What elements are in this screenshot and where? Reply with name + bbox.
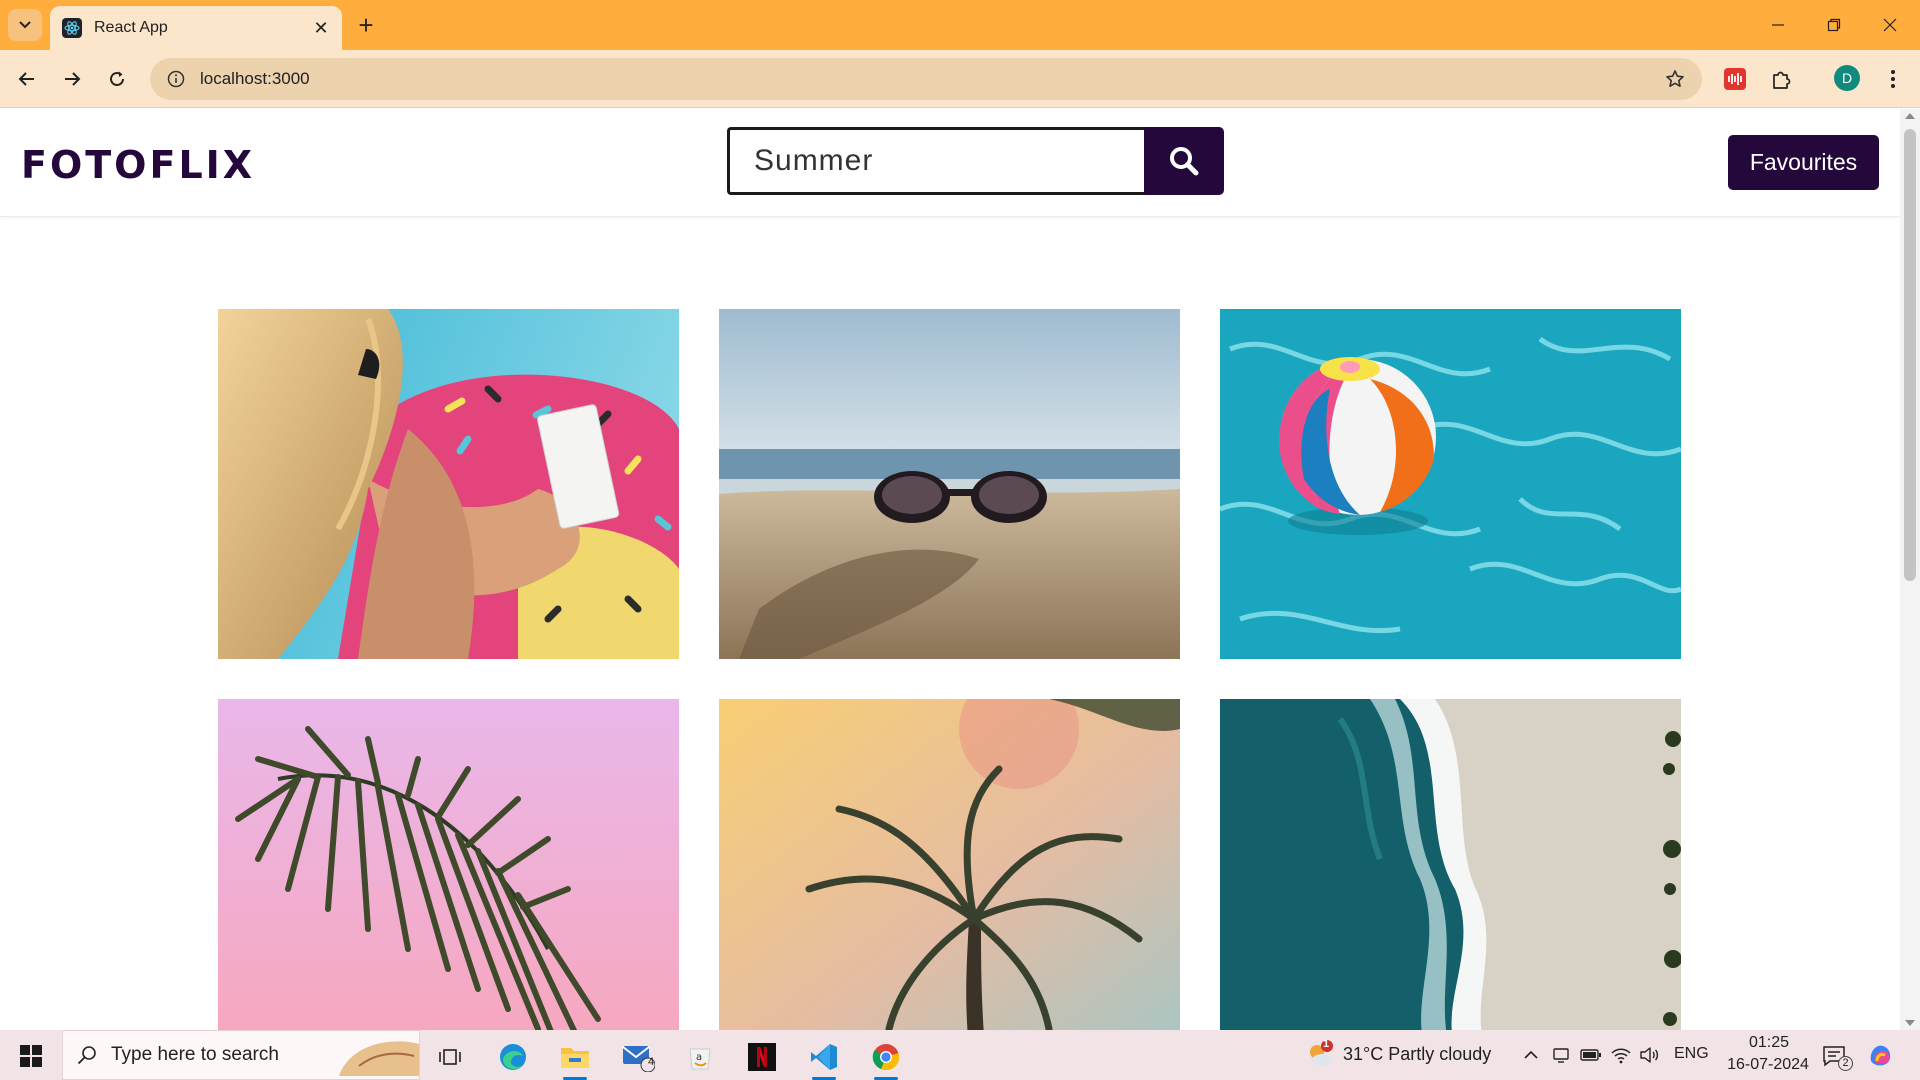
photo-card[interactable] xyxy=(1220,309,1681,659)
weather-alert-badge: 1 xyxy=(1323,1038,1330,1050)
meet-now-icon[interactable] xyxy=(1550,1044,1572,1066)
browser-tab-bar: React App ✕ + xyxy=(0,0,1920,50)
close-icon xyxy=(1883,18,1897,32)
palm-leaf-pink-sky-image xyxy=(218,699,679,1030)
taskbar-search-box[interactable]: Type here to search xyxy=(62,1030,420,1080)
amazon-button[interactable]: a xyxy=(676,1037,724,1077)
search-icon xyxy=(1170,147,1199,176)
windows-taskbar: Type here to search 4 a 1 31°C Partly cl… xyxy=(0,1030,1920,1080)
extensions-puzzle-icon[interactable] xyxy=(1764,62,1798,96)
scroll-down-arrow[interactable] xyxy=(1905,1020,1915,1026)
photo-gallery xyxy=(218,309,1681,1030)
sunglasses-on-sand-image xyxy=(719,309,1180,659)
clock-time[interactable]: 01:25 xyxy=(1738,1034,1800,1052)
search-icon xyxy=(77,1046,96,1065)
search-bar xyxy=(727,127,1224,195)
svg-text:a: a xyxy=(696,1052,702,1063)
forward-button[interactable] xyxy=(55,62,89,96)
search-button[interactable] xyxy=(1144,127,1224,195)
profile-avatar[interactable]: D xyxy=(1834,65,1860,91)
beach-ball-pool-image xyxy=(1220,309,1681,659)
netflix-button[interactable] xyxy=(738,1037,786,1077)
photo-card[interactable] xyxy=(218,309,679,659)
language-indicator[interactable]: ENG xyxy=(1674,1045,1709,1063)
react-icon xyxy=(62,18,82,38)
tab-search-button[interactable] xyxy=(8,9,42,41)
photo-card[interactable] xyxy=(1220,699,1681,1030)
photo-card[interactable] xyxy=(218,699,679,1030)
mail-button[interactable]: 4 xyxy=(614,1037,662,1077)
windows-logo-icon xyxy=(20,1045,42,1067)
new-tab-button[interactable]: + xyxy=(352,11,380,39)
ocean-waves-aerial-image xyxy=(1220,699,1681,1030)
start-button[interactable] xyxy=(12,1042,50,1070)
address-bar[interactable]: localhost:3000 xyxy=(150,58,1702,100)
restore-button[interactable] xyxy=(1806,0,1862,50)
back-button[interactable] xyxy=(10,62,44,96)
edge-icon xyxy=(500,1044,526,1070)
tab-close-icon[interactable]: ✕ xyxy=(310,17,332,39)
url-text[interactable]: localhost:3000 xyxy=(200,69,1658,89)
vscode-button[interactable] xyxy=(800,1037,848,1080)
search-highlight-icon xyxy=(339,1041,419,1076)
bookmark-star-icon[interactable] xyxy=(1658,62,1692,96)
mail-badge: 4 xyxy=(648,1056,655,1068)
extension-audio-icon[interactable] xyxy=(1718,62,1752,96)
photo-card[interactable] xyxy=(719,699,1180,1030)
chrome-button[interactable] xyxy=(862,1037,910,1080)
amazon-icon: a xyxy=(689,1048,711,1070)
battery-icon[interactable] xyxy=(1580,1044,1602,1066)
scroll-up-arrow[interactable] xyxy=(1905,113,1915,119)
search-input[interactable] xyxy=(727,127,1144,195)
favourites-button[interactable]: Favourites xyxy=(1728,135,1879,190)
site-info-icon[interactable] xyxy=(164,67,188,91)
palm-tree-sunset-image xyxy=(719,699,1180,1030)
app-logo[interactable]: FOTOFLIX xyxy=(21,143,255,187)
volume-icon[interactable] xyxy=(1638,1044,1660,1066)
minimize-button[interactable] xyxy=(1750,0,1806,50)
minimize-icon xyxy=(1772,24,1784,26)
wifi-icon[interactable] xyxy=(1610,1044,1632,1066)
close-window-button[interactable] xyxy=(1862,0,1918,50)
reload-button[interactable] xyxy=(100,62,134,96)
clock-date[interactable]: 16-07-2024 xyxy=(1718,1056,1818,1074)
browser-toolbar: localhost:3000 D xyxy=(0,50,1920,108)
woman-donut-float-image xyxy=(218,309,679,659)
page-scrollbar[interactable] xyxy=(1900,109,1920,1030)
file-explorer-button[interactable] xyxy=(551,1037,599,1080)
task-view-button[interactable] xyxy=(426,1037,474,1077)
app-header: FOTOFLIX Favourites xyxy=(0,109,1900,217)
netflix-icon xyxy=(748,1043,776,1071)
tab-title: React App xyxy=(94,19,168,36)
vscode-icon xyxy=(811,1044,837,1070)
chrome-icon xyxy=(872,1044,900,1071)
copilot-icon[interactable] xyxy=(1866,1040,1896,1070)
taskbar-search-placeholder: Type here to search xyxy=(111,1044,279,1065)
edge-browser-button[interactable] xyxy=(489,1037,537,1077)
arrow-right-icon xyxy=(65,72,81,86)
reload-icon xyxy=(110,71,124,86)
chevron-up-icon xyxy=(1524,1050,1538,1059)
scrollbar-thumb[interactable] xyxy=(1904,129,1916,581)
photo-card[interactable] xyxy=(719,309,1180,659)
notification-badge: 2 xyxy=(1838,1056,1853,1071)
task-view-icon xyxy=(439,1049,461,1065)
more-menu-icon[interactable] xyxy=(1876,62,1910,96)
weather-icon[interactable] xyxy=(1305,1040,1335,1070)
browser-tab[interactable]: React App ✕ xyxy=(50,6,342,50)
arrow-left-icon xyxy=(18,72,34,86)
folder-icon xyxy=(561,1048,589,1068)
chevron-down-icon xyxy=(19,21,31,29)
restore-icon xyxy=(1827,18,1841,32)
show-hidden-icons-button[interactable] xyxy=(1520,1044,1542,1066)
page-viewport: FOTOFLIX Favourites xyxy=(0,109,1900,1030)
weather-text[interactable]: 31°C Partly cloudy xyxy=(1343,1044,1491,1065)
